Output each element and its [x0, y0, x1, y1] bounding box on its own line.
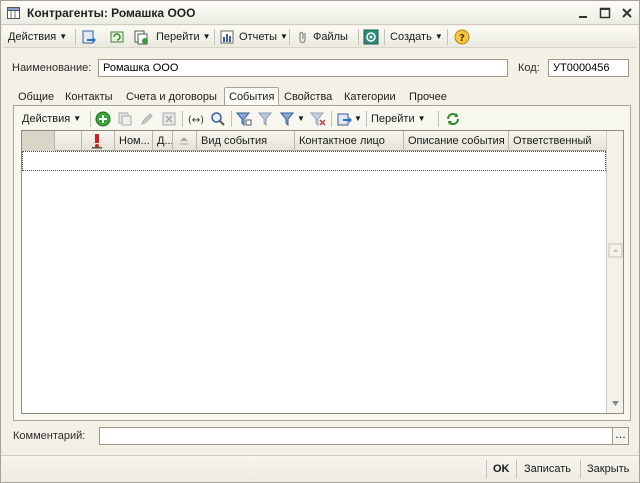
toolbar-separator	[447, 29, 448, 45]
maximize-icon[interactable]	[597, 5, 613, 21]
tab-contacts[interactable]: Контакты	[62, 89, 116, 105]
toolbar-separator	[75, 29, 76, 45]
comment-label: Комментарий:	[13, 430, 86, 442]
bottom-bar: OK Записать Закрыть	[1, 455, 639, 482]
column-event-type[interactable]: Вид события	[197, 131, 295, 151]
clear-filter-icon[interactable]	[309, 111, 326, 127]
column-event-description[interactable]: Описание события	[404, 131, 509, 151]
post-move-icon[interactable]	[81, 29, 97, 45]
column-responsible[interactable]: Ответственный	[509, 131, 607, 151]
tab-properties[interactable]: Свойства	[281, 89, 335, 105]
comment-select-button[interactable]: …	[612, 427, 629, 445]
tab-events[interactable]: События	[224, 87, 280, 106]
events-grid[interactable]: Ном... Д... Вид события Контактное лицо …	[21, 130, 624, 414]
toolbar-separator	[384, 29, 385, 45]
events-actions-menu[interactable]: Действия ▼	[22, 110, 81, 128]
grid-header: Ном... Д... Вид события Контактное лицо …	[22, 131, 607, 151]
toolbar-separator	[438, 111, 439, 127]
files-button[interactable]: Файлы	[310, 28, 351, 46]
column-sort[interactable]	[173, 131, 197, 151]
ellipsis-icon: …	[615, 429, 626, 441]
interval-icon[interactable]: (↔)	[188, 111, 204, 127]
table-row[interactable]	[22, 151, 606, 171]
tab-accounts-contracts[interactable]: Счета и договоры	[123, 89, 220, 105]
delete-icon[interactable]	[161, 111, 177, 127]
print-dropdown[interactable]: ▼	[354, 110, 362, 128]
tab-categories[interactable]: Категории	[341, 89, 399, 105]
copy-doc-icon[interactable]	[133, 29, 149, 45]
refresh-icon[interactable]	[445, 111, 461, 127]
reports-menu[interactable]: Отчеты ▼	[236, 28, 291, 46]
edit-icon[interactable]	[139, 111, 155, 127]
copy-icon[interactable]	[117, 111, 133, 127]
filter-icon[interactable]	[257, 111, 274, 127]
name-field[interactable]: Ромашка ООО	[98, 59, 508, 77]
minimize-icon[interactable]	[575, 5, 591, 21]
main-toolbar: Действия ▼ Перейти ▼ Отчеты ▼ Файлы Создать…	[3, 26, 637, 48]
search-icon[interactable]	[210, 111, 226, 127]
svg-text:(↔): (↔)	[188, 115, 204, 126]
window-title: Контрагенты: Ромашка ООО	[27, 6, 196, 20]
code-label: Код:	[518, 62, 540, 74]
column-contact-person[interactable]: Контактное лицо	[295, 131, 404, 151]
toolbar-separator	[366, 111, 367, 127]
save-button[interactable]: Записать	[524, 461, 571, 477]
toolbar-separator	[486, 460, 487, 478]
toolbar-separator	[182, 111, 183, 127]
ok-button[interactable]: OK	[493, 461, 510, 477]
help-icon[interactable]: ?	[454, 29, 470, 45]
importance-icon	[92, 134, 102, 149]
filter-dropdown[interactable]: ▼	[297, 110, 305, 128]
tab-general[interactable]: Общие	[15, 89, 57, 105]
code-field[interactable]: УТ0000456	[548, 59, 629, 77]
toolbar-separator	[331, 111, 332, 127]
comment-field[interactable]	[99, 427, 614, 445]
toolbar-separator	[231, 111, 232, 127]
add-icon[interactable]	[95, 111, 111, 127]
refresh-doc-icon[interactable]	[109, 29, 125, 45]
create-menu[interactable]: Создать ▼	[387, 28, 446, 46]
filter-by-value-icon[interactable]	[235, 111, 252, 127]
print-icon[interactable]	[336, 111, 352, 127]
form-icon	[7, 7, 20, 19]
column-date[interactable]: Д...	[153, 131, 173, 151]
actions-menu[interactable]: Действия ▼	[5, 28, 70, 46]
report-icon[interactable]	[219, 29, 235, 45]
svg-text:?: ?	[459, 33, 465, 44]
column-number[interactable]: Ном...	[115, 131, 153, 151]
events-tab-panel: Действия ▼ (↔) ▼ ▼ Перейти ▼ Ном... Д...…	[13, 105, 631, 421]
toolbar-separator	[289, 29, 290, 45]
events-goto-menu[interactable]: Перейти ▼	[371, 110, 426, 128]
column-icon[interactable]	[55, 131, 82, 151]
name-label: Наименование:	[12, 62, 92, 74]
filter-settings-icon[interactable]	[279, 111, 296, 127]
close-button[interactable]: Закрыть	[587, 461, 629, 477]
form-window: Контрагенты: Ромашка ООО Действия ▼ Перей…	[0, 0, 640, 483]
toolbar-separator	[516, 460, 517, 478]
sort-icon	[179, 137, 189, 145]
mail-icon[interactable]	[363, 29, 379, 45]
tab-other[interactable]: Прочее	[406, 89, 450, 105]
paperclip-icon[interactable]	[295, 29, 311, 45]
events-toolbar: Действия ▼ (↔) ▼ ▼ Перейти ▼	[18, 109, 626, 129]
scroll-marker-icon[interactable]	[608, 243, 623, 258]
column-importance[interactable]	[82, 131, 115, 151]
vertical-scrollbar[interactable]	[606, 131, 623, 413]
toolbar-separator	[580, 460, 581, 478]
toolbar-separator	[214, 29, 215, 45]
title-bar[interactable]: Контрагенты: Ромашка ООО	[1, 1, 639, 25]
goto-menu[interactable]: Перейти ▼	[153, 28, 214, 46]
scroll-down-icon[interactable]	[608, 396, 623, 411]
toolbar-separator	[90, 111, 91, 127]
grid-corner	[22, 131, 55, 151]
toolbar-separator	[358, 29, 359, 45]
close-icon[interactable]	[619, 5, 635, 21]
